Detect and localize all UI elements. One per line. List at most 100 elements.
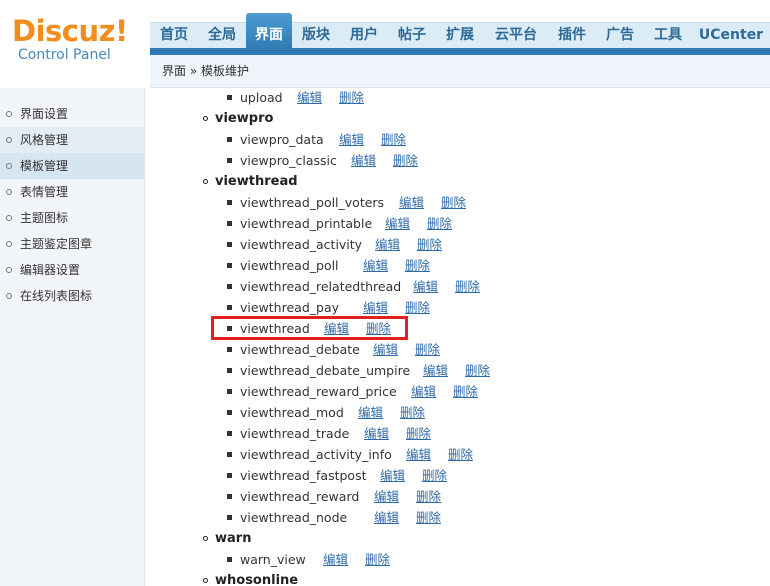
nav-tools[interactable]: 工具 [644,23,692,49]
logo[interactable]: Discuz! Control Panel [12,14,147,64]
bullet-icon [227,158,232,163]
edit-link[interactable]: 编辑 [413,279,438,294]
edit-link[interactable]: 编辑 [351,153,376,168]
bullet-icon [6,241,12,247]
group-name: whosonline [215,573,299,586]
template-name: warn_view [240,552,306,567]
sidebar-item-label: 主题鉴定图章 [20,237,93,251]
bullet-icon [6,189,12,195]
bullet-icon [227,95,232,100]
template-name: viewthread_debate [240,342,360,357]
sidebar-item-editor-settings[interactable]: 编辑器设置 [0,257,144,283]
edit-link[interactable]: 编辑 [374,489,399,504]
delete-link[interactable]: 删除 [465,363,490,378]
nav-cloud[interactable]: 云平台 [484,23,548,49]
delete-link[interactable]: 删除 [415,342,440,357]
nav-users[interactable]: 用户 [340,23,388,49]
sidebar-item-template-management[interactable]: 模板管理 [0,153,144,179]
sidebar-item-interface-settings[interactable]: 界面设置 [0,101,144,127]
sidebar-item-label: 界面设置 [20,107,69,121]
sidebar-item-online-list-icons[interactable]: 在线列表图标 [0,283,144,309]
edit-link[interactable]: 编辑 [363,258,388,273]
logo-subtitle: Control Panel [18,47,111,63]
highlight-box [211,316,408,340]
delete-link[interactable]: 删除 [405,258,430,273]
template-name: viewthread_printable [240,216,373,231]
edit-link[interactable]: 编辑 [363,300,388,315]
delete-link[interactable]: 删除 [393,153,418,168]
delete-link[interactable]: 删除 [417,237,442,252]
delete-link[interactable]: 删除 [381,132,406,147]
bullet-icon [203,536,208,541]
delete-link[interactable]: 删除 [453,384,478,399]
logo-brand: Discuz! [12,14,128,48]
delete-link[interactable]: 删除 [416,510,441,525]
delete-link[interactable]: 删除 [448,447,473,462]
edit-link[interactable]: 编辑 [364,426,389,441]
edit-link[interactable]: 编辑 [375,237,400,252]
template-name: viewthread_reward_price [240,384,397,399]
sidebar-item-smiley-management[interactable]: 表情管理 [0,179,144,205]
nav-ucenter[interactable]: UCenter [692,23,770,49]
bullet-icon [227,137,232,142]
nav-home[interactable]: 首页 [150,23,198,49]
sidebar-item-style-management[interactable]: 风格管理 [0,127,144,153]
template-name: viewthread_trade [240,426,350,441]
bullet-icon [227,410,232,415]
group-name: viewpro [215,111,274,126]
delete-link[interactable]: 删除 [416,489,441,504]
sidebar-item-label: 模板管理 [20,159,69,173]
edit-link[interactable]: 编辑 [339,132,364,147]
template-name: viewthread_poll_voters [240,195,385,210]
edit-link[interactable]: 编辑 [423,363,448,378]
delete-link[interactable]: 删除 [400,405,425,420]
nav-extensions[interactable]: 扩展 [436,23,484,49]
nav-interface[interactable]: 界面 [246,13,292,51]
bullet-icon [227,389,232,394]
delete-link[interactable]: 删除 [455,279,480,294]
delete-link[interactable]: 删除 [365,552,390,567]
edit-link[interactable]: 编辑 [406,447,431,462]
bullet-icon [227,494,232,499]
edit-link[interactable]: 编辑 [374,510,399,525]
delete-link[interactable]: 删除 [339,90,364,105]
bullet-icon [227,452,232,457]
bullet-icon [203,116,208,121]
edit-link[interactable]: 编辑 [399,195,424,210]
delete-link[interactable]: 删除 [427,216,452,231]
edit-link[interactable]: 编辑 [373,342,398,357]
header: Discuz! Control Panel 首页 全局 界面 版块 用户 帖子 … [0,0,770,88]
bullet-icon [6,137,12,143]
template-name: viewthread_activity [240,237,363,252]
template-name: viewthread_reward [240,489,360,504]
template-name: viewthread_poll [240,258,339,273]
nav-plugins[interactable]: 插件 [548,23,596,49]
sidebar-item-thread-stamps[interactable]: 主题鉴定图章 [0,231,144,257]
bullet-icon [203,578,208,583]
bullet-icon [227,431,232,436]
edit-link[interactable]: 编辑 [385,216,410,231]
delete-link[interactable]: 删除 [405,300,430,315]
nav-threads[interactable]: 帖子 [388,23,436,49]
delete-link[interactable]: 删除 [406,426,431,441]
nav-band [150,48,770,55]
nav-ads[interactable]: 广告 [596,23,644,49]
template-name: viewpro_data [240,132,324,147]
edit-link[interactable]: 编辑 [358,405,383,420]
delete-link[interactable]: 删除 [441,195,466,210]
bullet-icon [227,305,232,310]
edit-link[interactable]: 编辑 [323,552,348,567]
sidebar-item-label: 在线列表图标 [20,289,93,303]
nav-global[interactable]: 全局 [198,23,246,49]
edit-link[interactable]: 编辑 [411,384,436,399]
bullet-icon [227,221,232,226]
sidebar-item-thread-icons[interactable]: 主题图标 [0,205,144,231]
delete-link[interactable]: 删除 [422,468,447,483]
bullet-icon [227,473,232,478]
edit-link[interactable]: 编辑 [380,468,405,483]
template-name: viewthread_mod [240,405,344,420]
bullet-icon [227,242,232,247]
sidebar: 界面设置 风格管理 模板管理 表情管理 主题图标 主题鉴定图章 编辑器设置 在线… [0,88,145,586]
nav-forums[interactable]: 版块 [292,23,340,49]
edit-link[interactable]: 编辑 [297,90,322,105]
